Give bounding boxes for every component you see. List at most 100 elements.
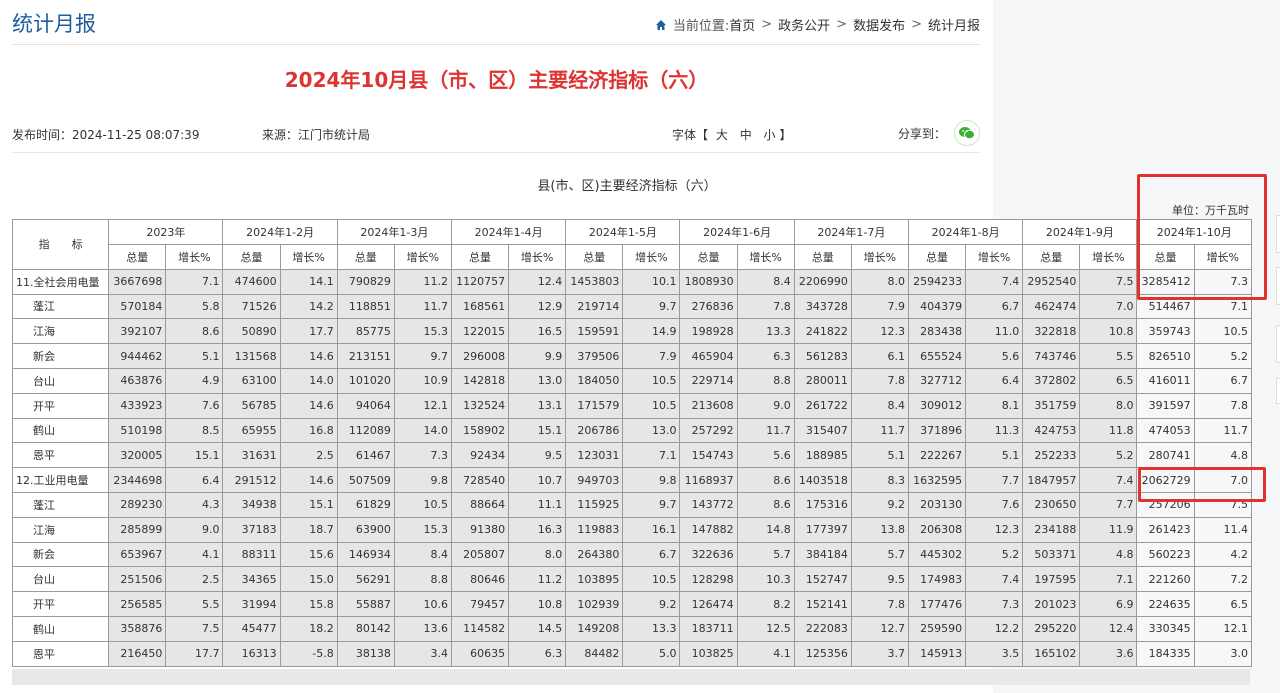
growth-cell: 8.5	[165, 417, 224, 444]
total-cell: 56785	[222, 392, 281, 419]
font-size-small[interactable]: 小	[764, 128, 776, 142]
total-cell: 229714	[679, 367, 738, 394]
total-cell: 371896	[907, 417, 967, 444]
row-label: 新会	[11, 541, 110, 568]
growth-cell: 12.7	[850, 615, 909, 642]
side-float-tab[interactable]	[1276, 325, 1280, 363]
growth-cell: 15.8	[279, 591, 338, 617]
total-cell: 168561	[450, 293, 510, 320]
growth-cell: 5.7	[850, 541, 909, 568]
growth-cell: 7.1	[1079, 566, 1138, 593]
growth-cell: 16.3	[508, 516, 567, 543]
total-cell: 358876	[108, 615, 167, 642]
total-cell: 826510	[1136, 343, 1195, 369]
total-cell: 252233	[1022, 442, 1081, 469]
growth-subheader: 增长%	[622, 244, 681, 270]
growth-cell: 10.5	[622, 392, 681, 419]
growth-cell: 5.2	[965, 541, 1024, 568]
growth-cell: 8.4	[736, 268, 795, 295]
growth-cell: 5.6	[965, 343, 1024, 369]
growth-cell: 7.8	[1193, 392, 1253, 419]
growth-cell: 7.1	[1193, 293, 1253, 320]
total-cell: 510198	[108, 417, 167, 444]
stats-table: 指 标 2023年 2024年1-2月 2024年1-3月 2024年1-4月 2024…	[11, 219, 1253, 667]
article-meta: 发布时间：2024-11-25 08:07:39 来源：江门市统计局 字体【 大…	[12, 118, 980, 153]
breadcrumb-monthly-report[interactable]: 统计月报	[928, 15, 980, 34]
total-cell: 188985	[793, 442, 852, 469]
period-header: 2024年1-8月	[907, 219, 1024, 245]
growth-cell: 6.7	[622, 541, 681, 568]
total-cell: 45477	[222, 615, 281, 642]
total-cell: 330345	[1136, 615, 1195, 642]
horizontal-scrollbar[interactable]	[12, 669, 1250, 685]
growth-cell: 10.5	[1193, 318, 1253, 345]
table-row: 恩平 320005 15.1 31631 2.5 61467 7.3 92434 9.5 1230…	[11, 442, 1253, 469]
total-cell: 2062729	[1136, 467, 1195, 493]
growth-cell: 9.0	[165, 516, 224, 543]
total-cell: 2344698	[108, 467, 167, 493]
breadcrumb-data-release[interactable]: 数据发布	[853, 15, 905, 34]
growth-cell: 14.6	[279, 467, 338, 493]
total-cell: 55887	[336, 591, 395, 617]
total-cell: 213608	[679, 392, 738, 419]
growth-cell: 9.7	[393, 343, 452, 369]
total-cell: 152747	[793, 566, 852, 593]
growth-cell: 15.1	[279, 491, 338, 518]
total-cell: 143772	[679, 491, 738, 518]
growth-cell: 9.5	[850, 566, 909, 593]
growth-cell: 10.8	[1079, 318, 1138, 345]
total-subheader: 总量	[108, 244, 167, 270]
total-cell: 384184	[793, 541, 852, 568]
growth-cell: 9.2	[622, 591, 681, 617]
indicator-header: 指 标	[11, 219, 110, 270]
growth-cell: 9.8	[622, 467, 681, 493]
side-float-tab[interactable]	[1276, 215, 1280, 253]
growth-cell: 13.3	[622, 615, 681, 642]
total-cell: 201023	[1022, 591, 1081, 617]
total-cell: 31994	[222, 591, 281, 617]
font-size-medium[interactable]: 中	[740, 128, 752, 142]
growth-cell: 8.3	[850, 467, 909, 493]
period-header: 2024年1-5月	[565, 219, 681, 245]
growth-cell: 10.1	[622, 268, 681, 295]
total-cell: 322636	[679, 541, 738, 568]
growth-cell: 8.8	[393, 566, 452, 593]
total-cell: 280741	[1136, 442, 1195, 469]
growth-cell: 12.3	[850, 318, 909, 345]
page-header: 统计月报 当前位置: 首页 > 政务公开 > 数据发布 > 统计月报	[12, 0, 980, 45]
row-label: 11.全社会用电量	[11, 268, 110, 295]
total-cell: 177476	[907, 591, 967, 617]
growth-cell: 14.5	[508, 615, 567, 642]
total-cell: 125356	[793, 640, 852, 667]
growth-cell: -5.8	[279, 640, 338, 667]
growth-cell: 5.1	[965, 442, 1024, 469]
total-cell: 433923	[108, 392, 167, 419]
total-cell: 184050	[565, 367, 624, 394]
breadcrumb-gov-affairs[interactable]: 政务公开	[778, 15, 830, 34]
breadcrumb-home[interactable]: 首页	[729, 15, 755, 34]
growth-cell: 8.6	[736, 491, 795, 518]
growth-cell: 12.4	[1079, 615, 1138, 642]
side-float-tab[interactable]	[1276, 267, 1280, 305]
growth-cell: 18.2	[279, 615, 338, 642]
growth-cell: 9.8	[393, 467, 452, 493]
total-cell: 102939	[565, 591, 624, 617]
growth-cell: 8.0	[850, 268, 909, 295]
growth-cell: 9.0	[736, 392, 795, 419]
growth-cell: 10.5	[622, 566, 681, 593]
side-float-tab[interactable]	[1276, 378, 1280, 404]
growth-cell: 11.7	[850, 417, 909, 444]
total-cell: 171579	[565, 392, 624, 419]
growth-cell: 7.9	[850, 293, 909, 320]
total-subheader: 总量	[1136, 244, 1195, 270]
wechat-share-button[interactable]	[954, 120, 980, 146]
font-size-large[interactable]: 大	[716, 128, 728, 142]
total-cell: 34365	[222, 566, 281, 593]
total-cell: 183711	[679, 615, 738, 642]
growth-cell: 11.7	[736, 417, 795, 444]
total-cell: 61467	[336, 442, 395, 469]
unit-label: 单位：万千瓦时	[1172, 204, 1249, 217]
growth-cell: 17.7	[165, 640, 224, 667]
growth-subheader: 增长%	[393, 244, 452, 270]
row-label: 蓬江	[11, 293, 110, 320]
